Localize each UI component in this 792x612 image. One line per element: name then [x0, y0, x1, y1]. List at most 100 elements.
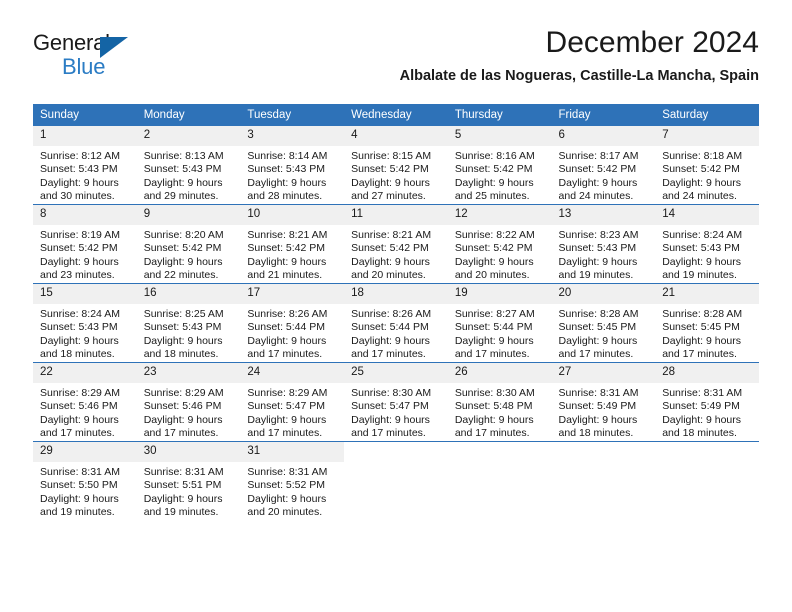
- sunset-text: Sunset: 5:44 PM: [351, 321, 429, 334]
- day-info: Sunrise: 8:29 AM Sunset: 5:46 PM Daylight:…: [33, 383, 137, 441]
- sunset-text: Sunset: 5:50 PM: [40, 479, 118, 492]
- day-cell-inner: 28 Sunrise: 8:31 AM Sunset: 5:49 PM Dayligh…: [655, 363, 759, 441]
- daylight-text-line1: Daylight: 9 hours: [662, 413, 742, 426]
- calendar-day-cell[interactable]: 8 Sunrise: 8:19 AM Sunset: 5:42 PM Daylight…: [33, 204, 137, 284]
- calendar-day-cell[interactable]: 2 Sunrise: 8:13 AM Sunset: 5:43 PM Daylight…: [136, 126, 241, 205]
- weekday-header-sunday: Sunday: [33, 104, 137, 126]
- calendar-day-cell[interactable]: 25 Sunrise: 8:30 AM Sunset: 5:47 PM Dayligh…: [344, 362, 448, 442]
- daylight-text-line1: Daylight: 9 hours: [558, 413, 638, 426]
- day-info: Sunrise: 8:24 AM Sunset: 5:43 PM Daylight:…: [33, 304, 137, 362]
- calendar-day-cell[interactable]: 10 Sunrise: 8:21 AM Sunset: 5:42 PM Dayligh…: [240, 204, 345, 284]
- calendar-body: 1 Sunrise: 8:12 AM Sunset: 5:43 PM Daylight…: [33, 126, 759, 520]
- daylight-text-line2: and 19 minutes.: [143, 506, 219, 519]
- daylight-text-line1: Daylight: 9 hours: [454, 176, 534, 189]
- day-info: Sunrise: 8:19 AM Sunset: 5:42 PM Daylight:…: [33, 225, 137, 283]
- calendar-day-cell[interactable]: 24 Sunrise: 8:29 AM Sunset: 5:47 PM Dayligh…: [240, 362, 345, 442]
- sunset-text: Sunset: 5:43 PM: [40, 163, 118, 176]
- sunrise-text: Sunrise: 8:31 AM: [247, 466, 328, 478]
- calendar-day-cell[interactable]: 17 Sunrise: 8:26 AM Sunset: 5:44 PM Dayligh…: [240, 283, 345, 363]
- calendar-day-cell[interactable]: 29 Sunrise: 8:31 AM Sunset: 5:50 PM Dayligh…: [33, 441, 137, 520]
- day-cell-inner: 4 Sunrise: 8:15 AM Sunset: 5:42 PM Daylight…: [344, 126, 448, 204]
- day-cell-inner: 21 Sunrise: 8:28 AM Sunset: 5:45 PM Dayligh…: [655, 284, 759, 362]
- day-info: Sunrise: 8:30 AM Sunset: 5:47 PM Daylight:…: [344, 383, 448, 441]
- sunset-text: Sunset: 5:42 PM: [454, 242, 533, 255]
- calendar-day-cell[interactable]: 6 Sunrise: 8:17 AM Sunset: 5:42 PM Daylight…: [551, 126, 656, 205]
- calendar-day-cell[interactable]: 31 Sunrise: 8:31 AM Sunset: 5:52 PM Dayligh…: [240, 441, 345, 520]
- calendar-day-cell[interactable]: 30 Sunrise: 8:31 AM Sunset: 5:51 PM Dayligh…: [136, 441, 241, 520]
- day-info: Sunrise: 8:30 AM Sunset: 5:48 PM Daylight:…: [448, 383, 552, 441]
- calendar-day-cell[interactable]: 20 Sunrise: 8:28 AM Sunset: 5:45 PM Dayligh…: [551, 283, 656, 363]
- day-cell-inner: 31 Sunrise: 8:31 AM Sunset: 5:52 PM Dayligh…: [240, 442, 345, 520]
- calendar-day-cell[interactable]: 26 Sunrise: 8:30 AM Sunset: 5:48 PM Dayligh…: [447, 362, 552, 442]
- brand-logo[interactable]: General Blue: [33, 30, 163, 82]
- day-cell-inner: 3 Sunrise: 8:14 AM Sunset: 5:43 PM Daylight…: [240, 126, 345, 204]
- sunrise-text: Sunrise: 8:26 AM: [247, 308, 328, 320]
- sunset-text: Sunset: 5:42 PM: [247, 242, 326, 255]
- daylight-text-line1: Daylight: 9 hours: [351, 413, 430, 426]
- day-number: 30: [136, 442, 241, 462]
- calendar-day-cell[interactable]: 5 Sunrise: 8:16 AM Sunset: 5:42 PM Daylight…: [447, 126, 552, 205]
- calendar-day-cell[interactable]: 14 Sunrise: 8:24 AM Sunset: 5:43 PM Dayligh…: [655, 204, 759, 284]
- daylight-text-line2: and 27 minutes.: [351, 190, 426, 203]
- calendar-day-cell[interactable]: 18 Sunrise: 8:26 AM Sunset: 5:44 PM Dayligh…: [344, 283, 448, 363]
- day-number: 8: [33, 205, 137, 225]
- calendar-day-cell[interactable]: 15 Sunrise: 8:24 AM Sunset: 5:43 PM Dayligh…: [33, 283, 137, 363]
- day-cell-inner: 25 Sunrise: 8:30 AM Sunset: 5:47 PM Dayligh…: [344, 363, 448, 441]
- weekday-header-thursday: Thursday: [447, 104, 552, 126]
- daylight-text-line2: and 17 minutes.: [351, 427, 426, 440]
- day-info: Sunrise: 8:12 AM Sunset: 5:43 PM Daylight:…: [33, 146, 137, 204]
- sunrise-text: Sunrise: 8:19 AM: [40, 229, 120, 241]
- daylight-text-line1: Daylight: 9 hours: [247, 413, 327, 426]
- daylight-text-line2: and 25 minutes.: [454, 190, 530, 203]
- day-cell-inner: 27 Sunrise: 8:31 AM Sunset: 5:49 PM Dayligh…: [551, 363, 656, 441]
- calendar-day-cell[interactable]: 23 Sunrise: 8:29 AM Sunset: 5:46 PM Dayligh…: [136, 362, 241, 442]
- weekday-header-monday: Monday: [136, 104, 241, 126]
- sunset-text: Sunset: 5:46 PM: [40, 400, 118, 413]
- daylight-text-line2: and 23 minutes.: [40, 269, 115, 282]
- calendar-day-cell: [447, 441, 552, 520]
- sunrise-text: Sunrise: 8:18 AM: [662, 150, 743, 162]
- daylight-text-line1: Daylight: 9 hours: [454, 255, 534, 268]
- calendar-day-cell[interactable]: 27 Sunrise: 8:31 AM Sunset: 5:49 PM Dayligh…: [551, 362, 656, 442]
- calendar-day-cell[interactable]: 21 Sunrise: 8:28 AM Sunset: 5:45 PM Dayligh…: [655, 283, 759, 363]
- calendar-day-cell[interactable]: 13 Sunrise: 8:23 AM Sunset: 5:43 PM Dayligh…: [551, 204, 656, 284]
- daylight-text-line1: Daylight: 9 hours: [40, 413, 119, 426]
- calendar-day-cell[interactable]: 19 Sunrise: 8:27 AM Sunset: 5:44 PM Dayligh…: [447, 283, 552, 363]
- daylight-text-line2: and 21 minutes.: [247, 269, 323, 282]
- daylight-text-line1: Daylight: 9 hours: [143, 413, 223, 426]
- calendar-day-cell[interactable]: 7 Sunrise: 8:18 AM Sunset: 5:42 PM Daylight…: [655, 126, 759, 205]
- day-cell-inner: 5 Sunrise: 8:16 AM Sunset: 5:42 PM Daylight…: [447, 126, 552, 204]
- calendar-day-cell[interactable]: 11 Sunrise: 8:21 AM Sunset: 5:42 PM Dayligh…: [344, 204, 448, 284]
- calendar-day-cell[interactable]: 22 Sunrise: 8:29 AM Sunset: 5:46 PM Dayligh…: [33, 362, 137, 442]
- day-number: 5: [447, 126, 552, 146]
- calendar-day-cell[interactable]: 16 Sunrise: 8:25 AM Sunset: 5:43 PM Dayligh…: [136, 283, 241, 363]
- calendar-day-cell[interactable]: 4 Sunrise: 8:15 AM Sunset: 5:42 PM Daylight…: [344, 126, 448, 205]
- daylight-text-line1: Daylight: 9 hours: [40, 492, 119, 505]
- calendar-day-cell[interactable]: 12 Sunrise: 8:22 AM Sunset: 5:42 PM Dayligh…: [447, 204, 552, 284]
- day-info: Sunrise: 8:25 AM Sunset: 5:43 PM Daylight:…: [137, 304, 241, 362]
- daylight-text-line2: and 28 minutes.: [247, 190, 323, 203]
- day-info: Sunrise: 8:26 AM Sunset: 5:44 PM Daylight:…: [344, 304, 448, 362]
- weekday-header-wednesday: Wednesday: [344, 104, 448, 126]
- day-number: 24: [240, 363, 345, 383]
- day-number: [551, 442, 656, 462]
- calendar-day-cell[interactable]: 1 Sunrise: 8:12 AM Sunset: 5:43 PM Daylight…: [33, 126, 137, 205]
- sunrise-text: Sunrise: 8:24 AM: [662, 229, 743, 241]
- daylight-text-line2: and 20 minutes.: [247, 506, 323, 519]
- sunrise-text: Sunrise: 8:14 AM: [247, 150, 328, 162]
- page-header: General Blue December 2024 Albalate de l…: [33, 26, 759, 96]
- calendar-day-cell[interactable]: 28 Sunrise: 8:31 AM Sunset: 5:49 PM Dayligh…: [655, 362, 759, 442]
- calendar-day-cell[interactable]: 9 Sunrise: 8:20 AM Sunset: 5:42 PM Daylight…: [136, 204, 241, 284]
- weekday-header-saturday: Saturday: [655, 104, 759, 126]
- daylight-text-line2: and 18 minutes.: [143, 348, 219, 361]
- day-number: 1: [33, 126, 137, 146]
- daylight-text-line2: and 17 minutes.: [40, 427, 115, 440]
- day-cell-inner: 23 Sunrise: 8:29 AM Sunset: 5:46 PM Dayligh…: [136, 363, 241, 441]
- day-number: [655, 442, 759, 462]
- sunset-text: Sunset: 5:43 PM: [143, 163, 222, 176]
- day-cell-inner: [344, 442, 448, 520]
- sunset-text: Sunset: 5:45 PM: [662, 321, 740, 334]
- daylight-text-line2: and 18 minutes.: [558, 427, 634, 440]
- calendar-day-cell[interactable]: 3 Sunrise: 8:14 AM Sunset: 5:43 PM Daylight…: [240, 126, 345, 205]
- weekday-header-friday: Friday: [551, 104, 656, 126]
